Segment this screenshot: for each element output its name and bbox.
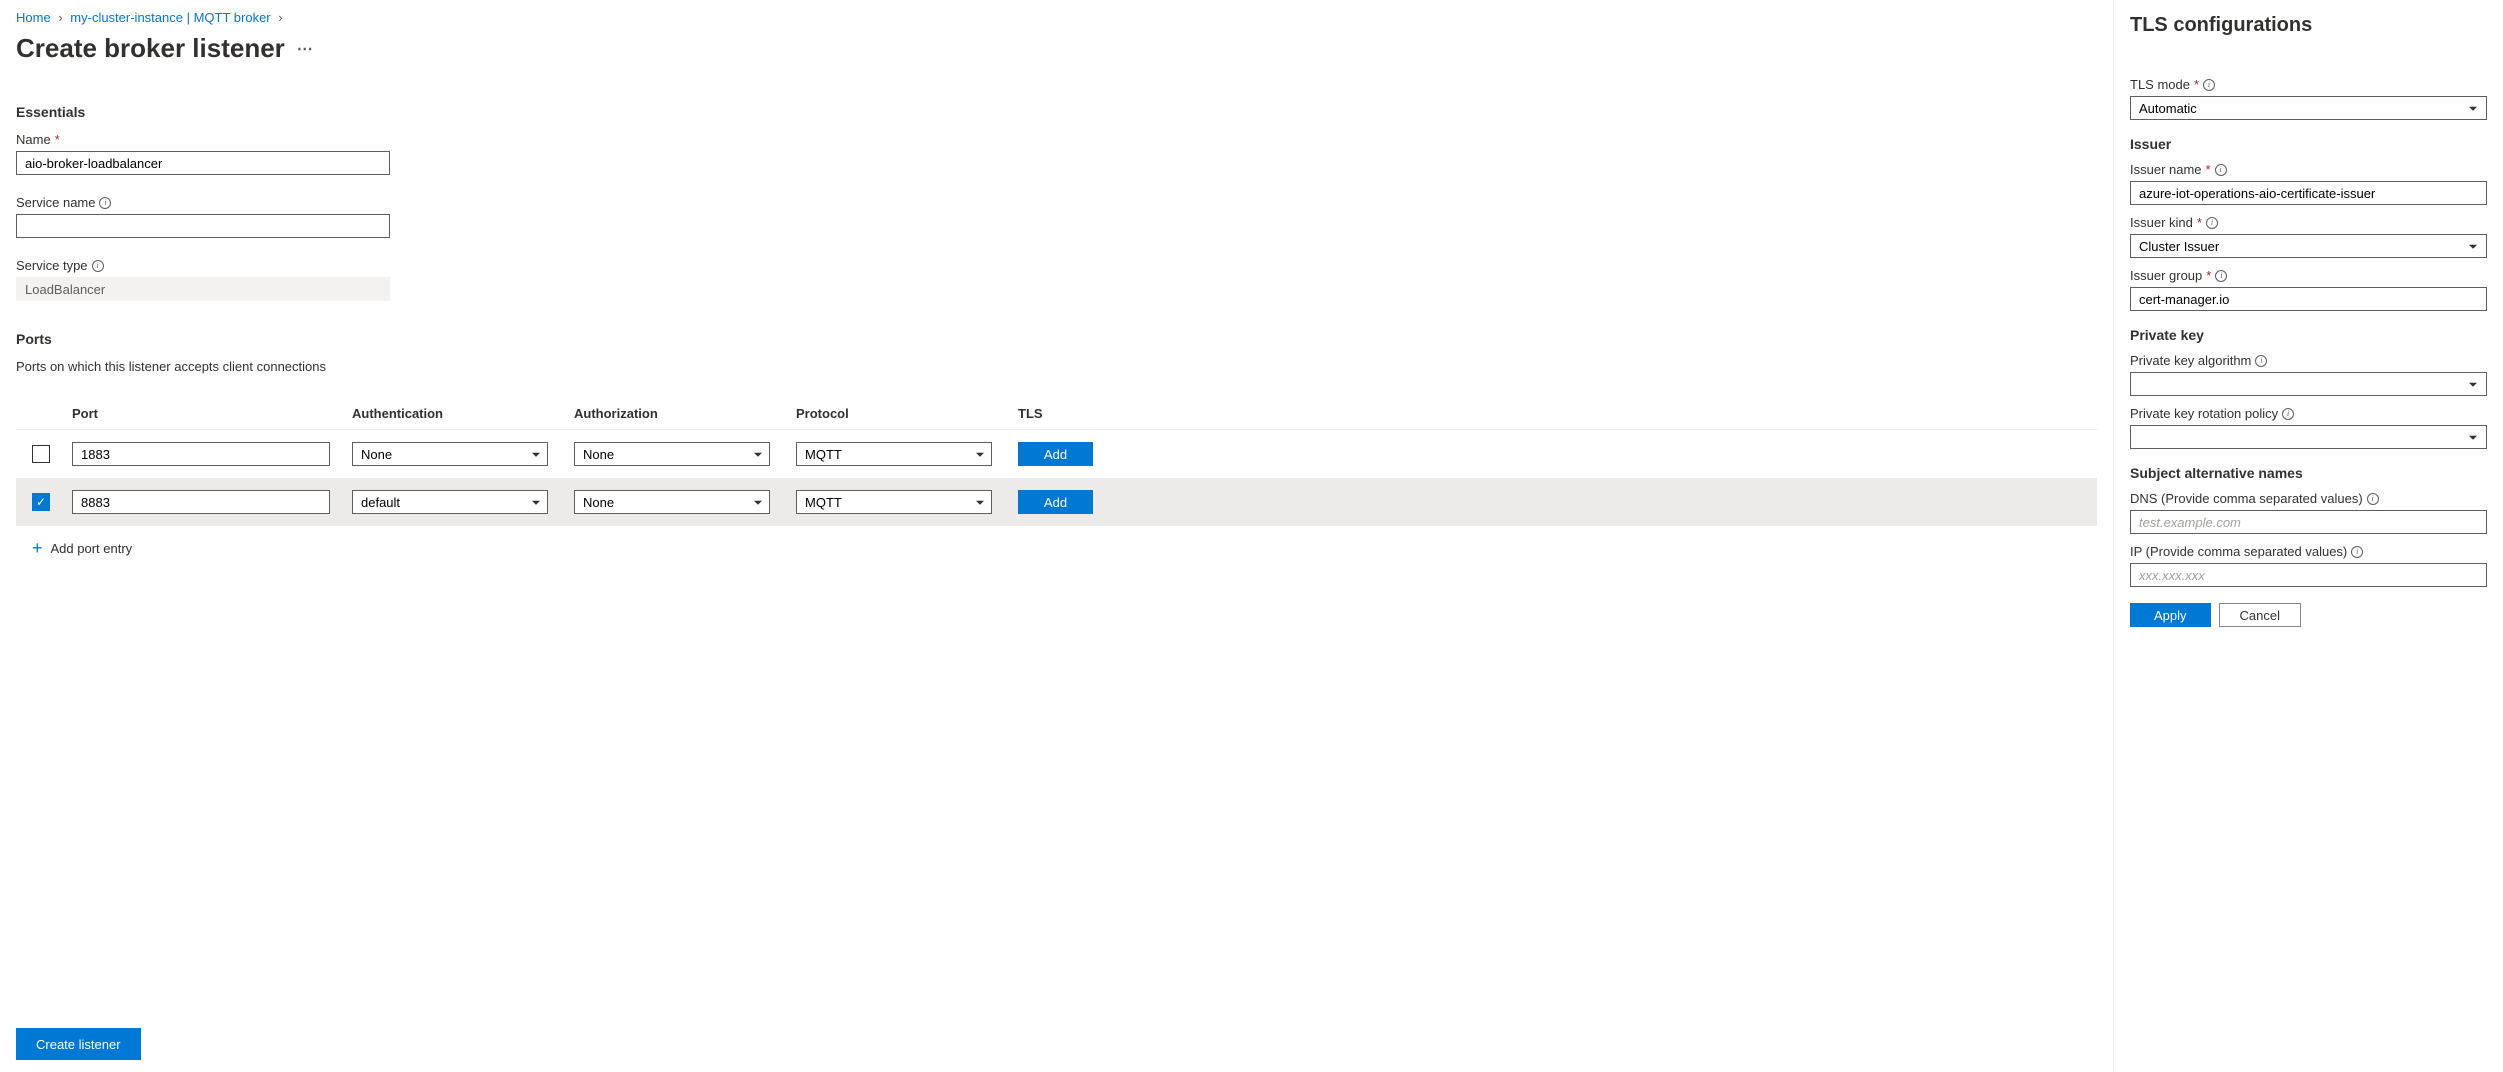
name-label: Name *	[16, 132, 2097, 147]
col-header-authz: Authorization	[574, 406, 796, 421]
essentials-heading: Essentials	[16, 104, 2097, 120]
service-type-label: Service type i	[16, 258, 2097, 273]
pk-rotation-label-text: Private key rotation policy	[2130, 406, 2278, 421]
service-name-label: Service name i	[16, 195, 2097, 210]
name-input[interactable]	[16, 151, 390, 175]
page-title-row: Create broker listener ⋯	[16, 33, 2097, 64]
required-asterisk: *	[2194, 77, 2199, 92]
issuer-kind-select[interactable]: Cluster Issuer	[2130, 234, 2487, 258]
plus-icon: +	[32, 538, 43, 559]
pk-rotation-label: Private key rotation policy i	[2130, 406, 2487, 421]
ports-subtitle: Ports on which this listener accepts cli…	[16, 359, 2097, 374]
col-header-tls: TLS	[1018, 406, 1118, 421]
info-icon[interactable]: i	[2255, 355, 2267, 367]
issuer-kind-label-text: Issuer kind	[2130, 215, 2193, 230]
main-content: Home › my-cluster-instance | MQTT broker…	[0, 0, 2113, 1072]
issuer-name-input[interactable]	[2130, 181, 2487, 205]
service-name-input[interactable]	[16, 214, 390, 238]
auth-select[interactable]: default	[352, 490, 548, 514]
row-checkbox[interactable]	[32, 445, 50, 463]
issuer-heading: Issuer	[2130, 136, 2487, 152]
add-port-label: Add port entry	[51, 541, 133, 556]
table-row: None None MQTT Add	[16, 430, 2097, 478]
ip-label: IP (Provide comma separated values) i	[2130, 544, 2487, 559]
ip-label-text: IP (Provide comma separated values)	[2130, 544, 2347, 559]
info-icon[interactable]: i	[2215, 270, 2227, 282]
authz-select[interactable]: None	[574, 490, 770, 514]
pk-algorithm-label: Private key algorithm i	[2130, 353, 2487, 368]
col-header-port: Port	[72, 406, 352, 421]
breadcrumb-home[interactable]: Home	[16, 10, 51, 25]
proto-select[interactable]: MQTT	[796, 442, 992, 466]
col-header-auth: Authentication	[352, 406, 574, 421]
add-port-entry-button[interactable]: + Add port entry	[32, 538, 2097, 559]
info-icon[interactable]: i	[2215, 164, 2227, 176]
proto-select[interactable]: MQTT	[796, 490, 992, 514]
service-type-label-text: Service type	[16, 258, 88, 273]
tls-mode-label-text: TLS mode	[2130, 77, 2190, 92]
port-input[interactable]	[72, 490, 330, 514]
tls-mode-label: TLS mode * i	[2130, 77, 2487, 92]
name-label-text: Name	[16, 132, 51, 147]
cancel-button[interactable]: Cancel	[2219, 603, 2301, 627]
issuer-group-input[interactable]	[2130, 287, 2487, 311]
service-name-field-group: Service name i	[16, 195, 2097, 238]
ports-heading: Ports	[16, 331, 2097, 347]
issuer-kind-label: Issuer kind * i	[2130, 215, 2487, 230]
apply-button[interactable]: Apply	[2130, 603, 2211, 627]
issuer-group-label-text: Issuer group	[2130, 268, 2202, 283]
port-input[interactable]	[72, 442, 330, 466]
info-icon[interactable]: i	[2206, 217, 2218, 229]
info-icon[interactable]: i	[2203, 79, 2215, 91]
row-checkbox[interactable]	[32, 493, 50, 511]
col-header-proto: Protocol	[796, 406, 1018, 421]
chevron-right-icon: ›	[58, 10, 62, 25]
tls-add-button[interactable]: Add	[1018, 490, 1093, 514]
dns-input[interactable]	[2130, 510, 2487, 534]
issuer-name-label-text: Issuer name	[2130, 162, 2202, 177]
breadcrumb-cluster[interactable]: my-cluster-instance | MQTT broker	[70, 10, 270, 25]
required-asterisk: *	[2206, 162, 2211, 177]
tls-config-panel: TLS configurations TLS mode * i Automati…	[2113, 0, 2503, 1072]
info-icon[interactable]: i	[92, 260, 104, 272]
pk-algorithm-label-text: Private key algorithm	[2130, 353, 2251, 368]
pk-algorithm-select[interactable]	[2130, 372, 2487, 396]
issuer-group-label: Issuer group * i	[2130, 268, 2487, 283]
breadcrumb: Home › my-cluster-instance | MQTT broker…	[16, 10, 2097, 25]
panel-footer: Apply Cancel	[2130, 603, 2487, 627]
dns-label: DNS (Provide comma separated values) i	[2130, 491, 2487, 506]
required-asterisk: *	[55, 132, 60, 147]
san-heading: Subject alternative names	[2130, 465, 2487, 481]
ports-header: Port Authentication Authorization Protoc…	[16, 398, 2097, 430]
panel-title: TLS configurations	[2130, 14, 2487, 37]
tls-add-button[interactable]: Add	[1018, 442, 1093, 466]
service-name-label-text: Service name	[16, 195, 95, 210]
dns-label-text: DNS (Provide comma separated values)	[2130, 491, 2363, 506]
name-field-group: Name *	[16, 132, 2097, 175]
tls-mode-select[interactable]: Automatic	[2130, 96, 2487, 120]
required-asterisk: *	[2206, 268, 2211, 283]
authz-select[interactable]: None	[574, 442, 770, 466]
page-title: Create broker listener	[16, 33, 285, 64]
info-icon[interactable]: i	[2282, 408, 2294, 420]
issuer-name-label: Issuer name * i	[2130, 162, 2487, 177]
info-icon[interactable]: i	[2367, 493, 2379, 505]
private-key-heading: Private key	[2130, 327, 2487, 343]
auth-select[interactable]: None	[352, 442, 548, 466]
service-type-field-group: Service type i	[16, 258, 2097, 301]
more-actions-icon[interactable]: ⋯	[297, 39, 313, 59]
chevron-right-icon: ›	[278, 10, 282, 25]
footer-bar: Create listener	[16, 1016, 141, 1072]
ports-table: Port Authentication Authorization Protoc…	[16, 398, 2097, 526]
info-icon[interactable]: i	[2351, 546, 2363, 558]
required-asterisk: *	[2197, 215, 2202, 230]
pk-rotation-select[interactable]	[2130, 425, 2487, 449]
create-listener-button[interactable]: Create listener	[16, 1028, 141, 1060]
ip-input[interactable]	[2130, 563, 2487, 587]
service-type-input	[16, 277, 390, 301]
table-row: default None MQTT Add	[16, 478, 2097, 526]
info-icon[interactable]: i	[99, 197, 111, 209]
